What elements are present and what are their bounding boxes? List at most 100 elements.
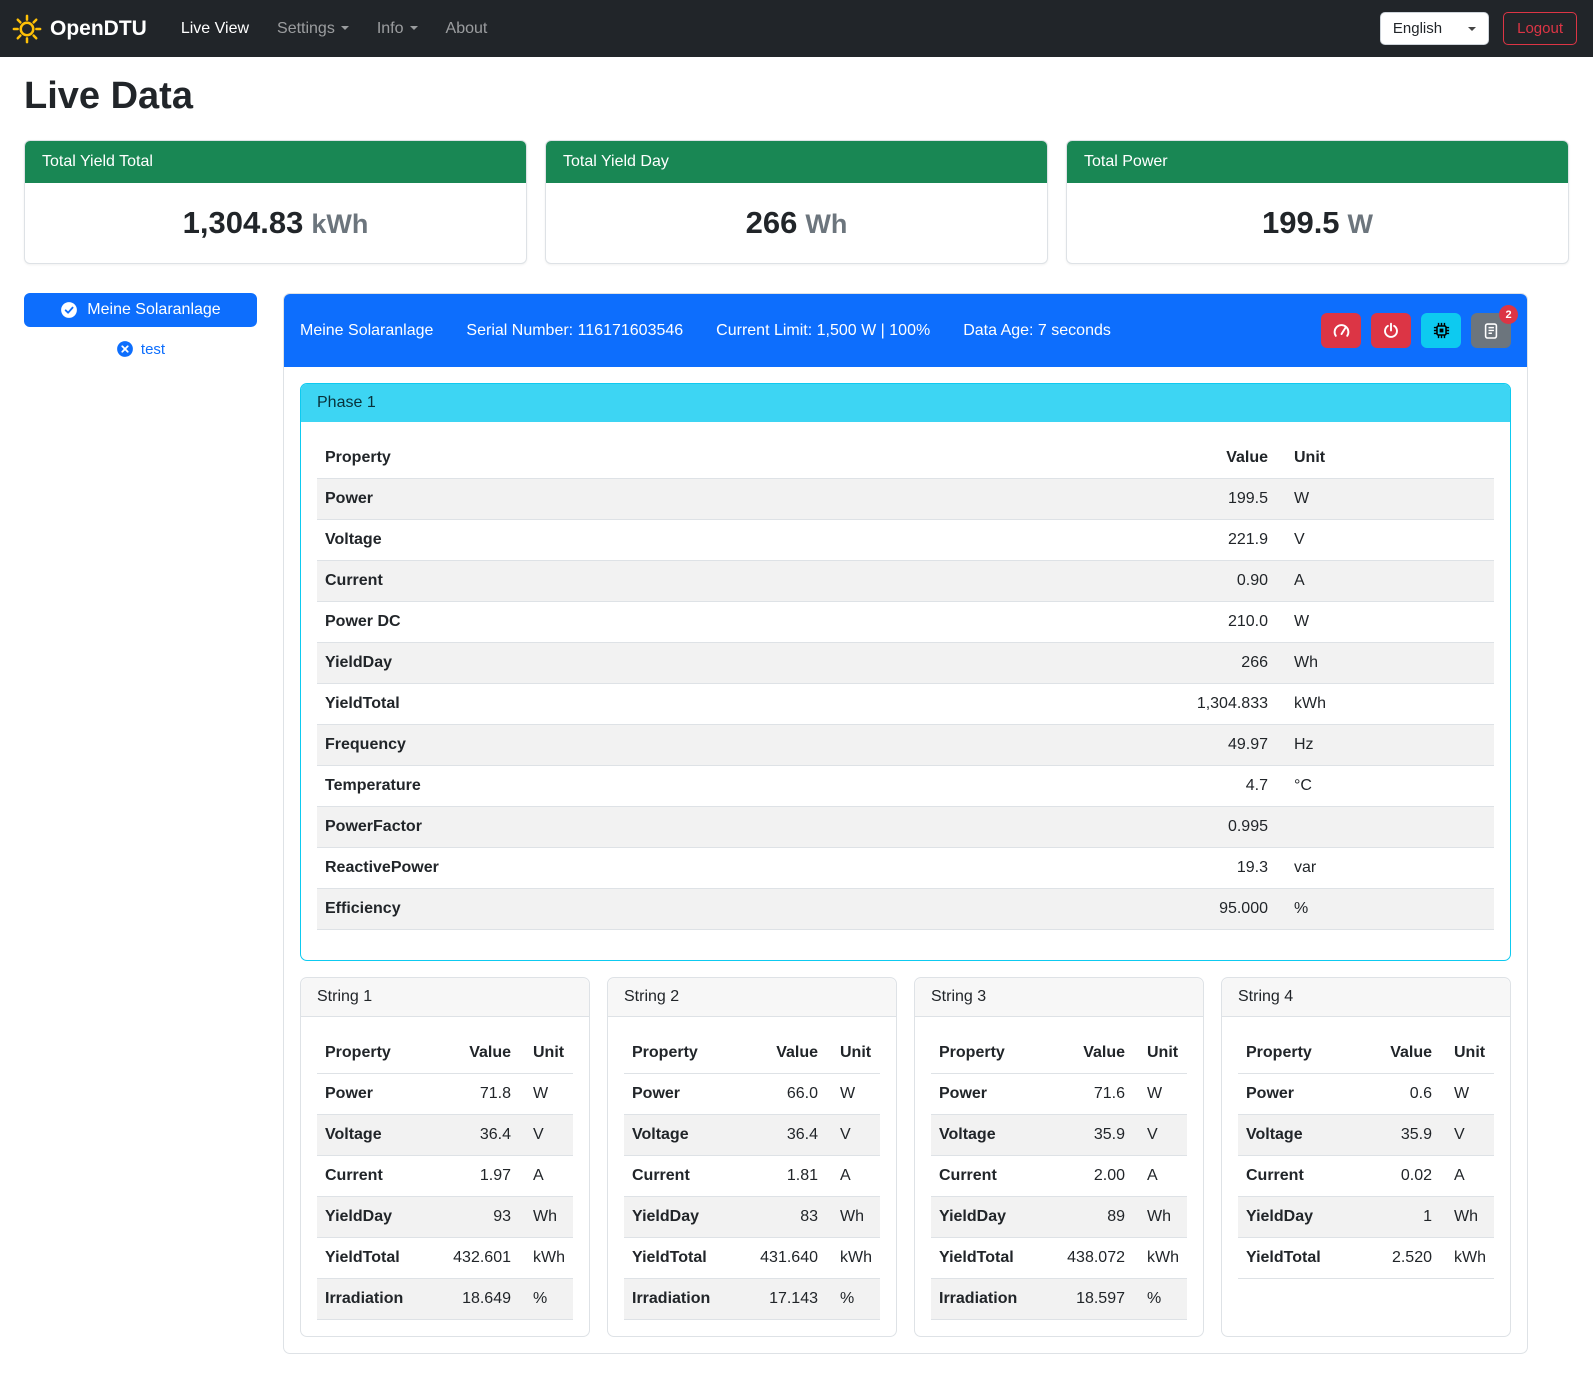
- top-navbar: OpenDTU Live View Settings Info About En…: [0, 0, 1593, 57]
- card-total-yield-day: Total Yield Day 266Wh: [545, 140, 1048, 264]
- table-row: YieldDay266Wh: [317, 643, 1494, 684]
- phase-card: Phase 1 Property Value Unit Power199.5W: [300, 383, 1511, 961]
- table-row: Irradiation17.143%: [624, 1279, 880, 1320]
- nav-live-view[interactable]: Live View: [169, 12, 261, 46]
- table-row: YieldDay93Wh: [317, 1197, 573, 1238]
- card-value: 266: [746, 205, 798, 240]
- strings-row: String 1 Property Value Unit: [300, 977, 1511, 1337]
- power-icon: [1382, 322, 1400, 340]
- table-row: Current0.02A: [1238, 1156, 1494, 1197]
- data-age: Data Age: 7 seconds: [963, 322, 1111, 340]
- string-table: Property Value Unit Power0.6W Voltage35.…: [1238, 1033, 1494, 1279]
- table-row: Voltage35.9V: [1238, 1115, 1494, 1156]
- inverter-panel-header: Meine Solaranlage Serial Number: 1161716…: [284, 294, 1527, 367]
- table-row: Power71.8W: [317, 1074, 573, 1115]
- inverter-test-label: test: [141, 341, 165, 358]
- inverter-name: Meine Solaranlage: [300, 322, 433, 340]
- table-row: Frequency49.97Hz: [317, 725, 1494, 766]
- table-row: YieldTotal438.072kWh: [931, 1238, 1187, 1279]
- serial-number: Serial Number: 116171603546: [466, 322, 683, 340]
- sun-logo-icon: [12, 14, 42, 44]
- language-select[interactable]: English: [1380, 12, 1489, 45]
- inverter-select-label: Meine Solaranlage: [87, 301, 220, 319]
- table-row: Current1.97A: [317, 1156, 573, 1197]
- card-unit: W: [1348, 209, 1373, 239]
- table-row: PowerFactor0.995: [317, 807, 1494, 848]
- table-row: Temperature4.7°C: [317, 766, 1494, 807]
- table-row: ReactivePower19.3var: [317, 848, 1494, 889]
- table-header-row: Property Value Unit: [317, 438, 1494, 479]
- column-value: Value: [891, 438, 1276, 479]
- table-row: Voltage221.9V: [317, 520, 1494, 561]
- string-table: Property Value Unit Power66.0W Voltage36…: [624, 1033, 880, 1320]
- brand-name: OpenDTU: [50, 17, 147, 41]
- table-row: YieldTotal432.601kWh: [317, 1238, 573, 1279]
- phase-title: Phase 1: [301, 384, 1510, 422]
- journal-list-icon: [1482, 322, 1500, 340]
- panel-action-buttons: 2: [1321, 313, 1511, 348]
- table-row: Power71.6W: [931, 1074, 1187, 1115]
- phase-body: Property Value Unit Power199.5W Voltage2…: [301, 422, 1510, 960]
- string-title: String 1: [301, 978, 589, 1017]
- card-body: 266Wh: [546, 183, 1047, 263]
- string-title: String 4: [1222, 978, 1510, 1017]
- phase-table: Property Value Unit Power199.5W Voltage2…: [317, 438, 1494, 930]
- event-count-badge: 2: [1499, 305, 1518, 324]
- power-toggle-button[interactable]: [1371, 313, 1411, 348]
- table-row: Power0.6W: [1238, 1074, 1494, 1115]
- inverter-panel-body: Phase 1 Property Value Unit Power199.5W: [284, 367, 1527, 1353]
- table-row: YieldTotal431.640kWh: [624, 1238, 880, 1279]
- column-property: Property: [317, 438, 891, 479]
- inverter-item-test[interactable]: test: [24, 340, 257, 358]
- string-title: String 3: [915, 978, 1203, 1017]
- card-value: 199.5: [1262, 205, 1340, 240]
- table-row: YieldTotal2.520kWh: [1238, 1238, 1494, 1279]
- card-title: Total Yield Total: [25, 141, 526, 183]
- table-header-row: Property Value Unit: [1238, 1033, 1494, 1074]
- summary-cards-row: Total Yield Total 1,304.83kWh Total Yiel…: [24, 140, 1569, 264]
- table-header-row: Property Value Unit: [624, 1033, 880, 1074]
- main-nav: Live View Settings Info About: [169, 12, 500, 46]
- chevron-down-icon: [1468, 27, 1476, 31]
- table-row: YieldDay1Wh: [1238, 1197, 1494, 1238]
- cpu-chip-icon: [1432, 321, 1451, 340]
- table-row: Power66.0W: [624, 1074, 880, 1115]
- card-title: Total Yield Day: [546, 141, 1047, 183]
- string-card-4: String 4 Property Value Unit: [1221, 977, 1511, 1337]
- table-row: YieldDay83Wh: [624, 1197, 880, 1238]
- table-row: Voltage36.4V: [317, 1115, 573, 1156]
- table-row: Efficiency95.000%: [317, 889, 1494, 930]
- nav-info[interactable]: Info: [365, 12, 430, 46]
- card-total-yield-total: Total Yield Total 1,304.83kWh: [24, 140, 527, 264]
- card-unit: Wh: [805, 209, 847, 239]
- string-table: Property Value Unit Power71.6W Voltage35…: [931, 1033, 1187, 1320]
- nav-settings[interactable]: Settings: [265, 12, 361, 46]
- table-row: Voltage36.4V: [624, 1115, 880, 1156]
- table-row: Irradiation18.649%: [317, 1279, 573, 1320]
- card-value: 1,304.83: [183, 205, 304, 240]
- brand-logo[interactable]: OpenDTU: [12, 14, 147, 44]
- nav-about[interactable]: About: [434, 12, 500, 46]
- table-row: Current1.81A: [624, 1156, 880, 1197]
- limit-settings-button[interactable]: [1321, 313, 1361, 348]
- current-limit: Current Limit: 1,500 W | 100%: [716, 322, 930, 340]
- card-title: Total Power: [1067, 141, 1568, 183]
- card-body: 1,304.83kWh: [25, 183, 526, 263]
- speedometer-icon: [1332, 321, 1351, 340]
- page-title: Live Data: [24, 75, 1569, 118]
- string-title: String 2: [608, 978, 896, 1017]
- table-row: Power199.5W: [317, 479, 1494, 520]
- event-log-button[interactable]: 2: [1471, 313, 1511, 348]
- string-table: Property Value Unit Power71.8W Voltage36…: [317, 1033, 573, 1320]
- device-info-button[interactable]: [1421, 313, 1461, 348]
- table-row: Current2.00A: [931, 1156, 1187, 1197]
- logout-button[interactable]: Logout: [1503, 12, 1577, 45]
- table-row: Current0.90A: [317, 561, 1494, 602]
- check-circle-icon: [60, 301, 78, 319]
- string-card-1: String 1 Property Value Unit: [300, 977, 590, 1337]
- inverter-select-button[interactable]: Meine Solaranlage: [24, 293, 257, 327]
- chevron-down-icon: [410, 26, 418, 30]
- card-total-power: Total Power 199.5 W: [1066, 140, 1569, 264]
- card-body: 199.5 W: [1067, 183, 1568, 263]
- table-row: Irradiation18.597%: [931, 1279, 1187, 1320]
